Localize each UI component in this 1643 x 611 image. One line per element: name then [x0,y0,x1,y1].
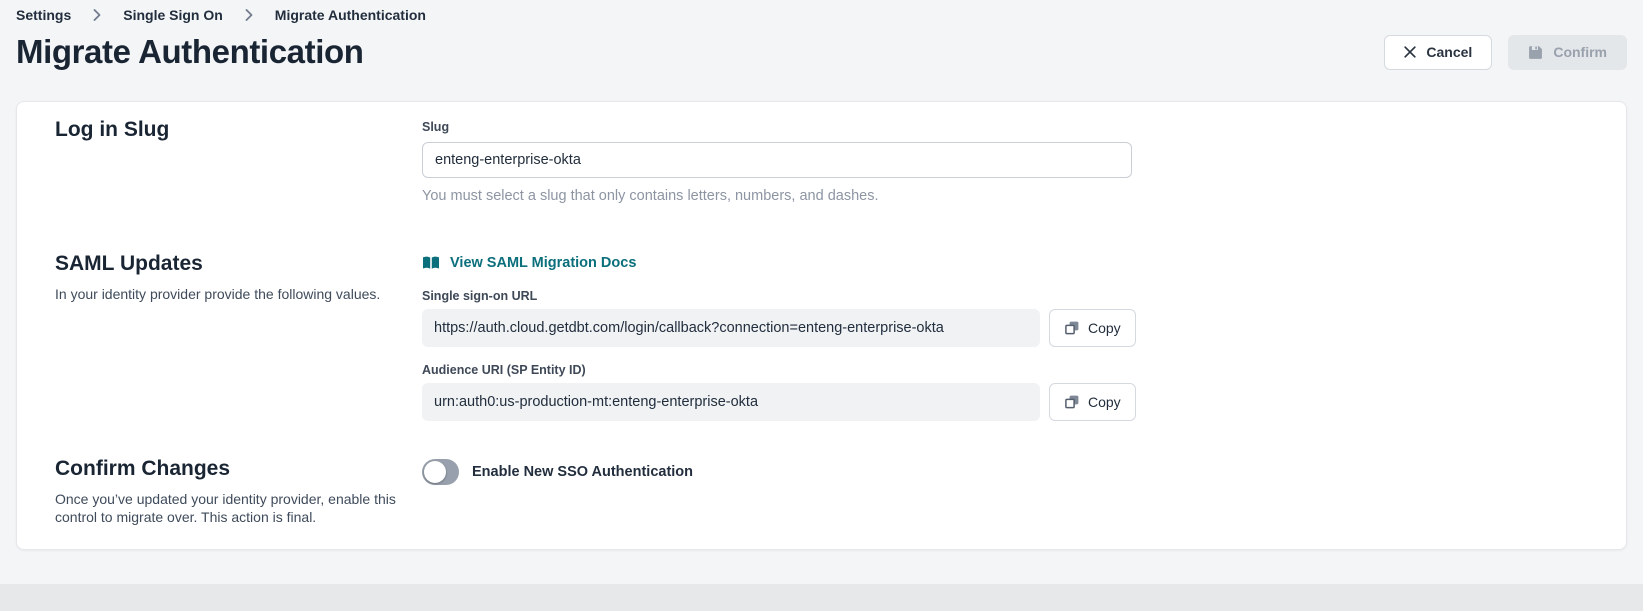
header-actions: Cancel Confirm [1384,35,1627,70]
copy-icon [1064,320,1080,336]
slug-input[interactable] [422,142,1132,178]
copy-button-label: Copy [1088,394,1121,410]
breadcrumb-single-sign-on[interactable]: Single Sign On [123,7,223,23]
confirm-changes-heading: Confirm Changes [55,457,422,481]
saml-updates-description: In your identity provider provide the fo… [55,285,413,303]
book-icon [422,256,440,270]
enable-sso-toggle[interactable] [422,459,459,485]
saml-updates-heading: SAML Updates [55,252,422,276]
view-saml-migration-docs-link[interactable]: View SAML Migration Docs [422,255,636,271]
breadcrumb-migrate-authentication: Migrate Authentication [275,7,426,23]
section-saml-updates: SAML Updates In your identity provider p… [55,252,1588,421]
chevron-right-icon [93,9,101,21]
copy-audience-uri-button[interactable]: Copy [1049,383,1136,421]
save-icon [1528,45,1543,60]
slug-helper-text: You must select a slug that only contain… [422,188,1588,204]
login-slug-heading: Log in Slug [55,118,422,142]
enable-sso-toggle-label: Enable New SSO Authentication [472,464,693,480]
confirm-changes-description: Once you’ve updated your identity provid… [55,490,413,526]
section-confirm-changes: Confirm Changes Once you’ve updated your… [55,457,1588,526]
confirm-button-label: Confirm [1553,44,1607,60]
confirm-button[interactable]: Confirm [1508,35,1627,70]
footer-background [0,584,1643,611]
copy-icon [1064,394,1080,410]
sso-url-label: Single sign-on URL [422,289,1588,303]
close-icon [1404,46,1416,58]
page-title: Migrate Authentication [16,33,363,71]
toggle-knob [424,461,446,483]
docs-link-label: View SAML Migration Docs [450,255,636,271]
slug-label: Slug [422,120,449,134]
page-header: Migrate Authentication Cancel Confirm [16,33,1627,71]
cancel-button[interactable]: Cancel [1384,35,1492,70]
copy-sso-url-button[interactable]: Copy [1049,309,1136,347]
page: Settings Single Sign On Migrate Authenti… [0,0,1643,550]
section-login-slug: Log in Slug Slug You must select a slug … [55,118,1588,204]
sso-url-value: https://auth.cloud.getdbt.com/login/call… [422,309,1040,347]
chevron-right-icon [245,9,253,21]
breadcrumb: Settings Single Sign On Migrate Authenti… [16,0,1627,23]
breadcrumb-settings[interactable]: Settings [16,7,71,23]
cancel-button-label: Cancel [1426,44,1472,60]
migrate-authentication-card: Log in Slug Slug You must select a slug … [16,101,1627,550]
copy-button-label: Copy [1088,320,1121,336]
audience-uri-value: urn:auth0:us-production-mt:enteng-enterp… [422,383,1040,421]
audience-uri-label: Audience URI (SP Entity ID) [422,363,1588,377]
